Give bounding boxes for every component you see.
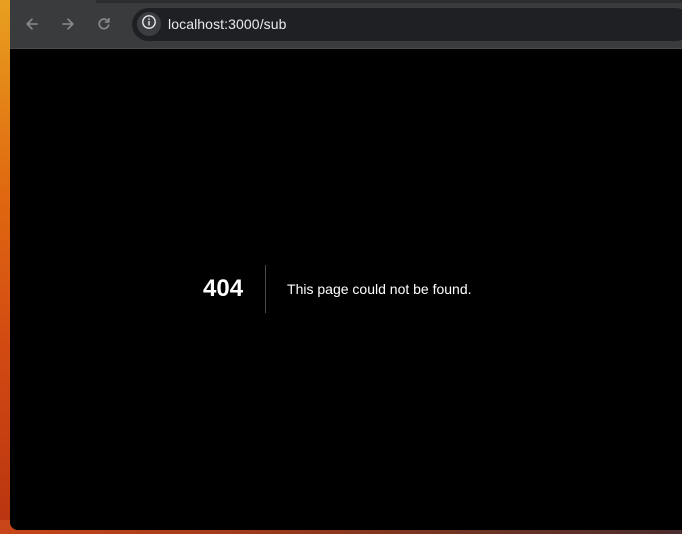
tab-strip	[10, 0, 682, 3]
arrow-left-icon	[24, 16, 40, 32]
divider	[265, 265, 267, 313]
error-message: This page could not be found.	[287, 281, 472, 297]
browser-window: localhost:3000/sub 404 This page could n…	[10, 0, 682, 530]
arrow-right-icon	[60, 16, 76, 32]
back-button[interactable]	[20, 12, 44, 36]
url-text[interactable]: localhost:3000/sub	[168, 8, 287, 41]
not-found-message: 404 This page could not be found.	[190, 265, 472, 313]
active-tab-edge[interactable]	[10, 0, 96, 3]
error-code: 404	[203, 275, 244, 302]
address-bar[interactable]: localhost:3000/sub	[132, 8, 682, 41]
reload-icon	[96, 16, 112, 32]
info-icon	[141, 14, 157, 35]
site-info-button[interactable]	[137, 12, 161, 36]
page-content: 404 This page could not be found.	[10, 49, 682, 530]
reload-button[interactable]	[92, 12, 116, 36]
browser-toolbar: localhost:3000/sub	[10, 0, 682, 49]
forward-button[interactable]	[56, 12, 80, 36]
